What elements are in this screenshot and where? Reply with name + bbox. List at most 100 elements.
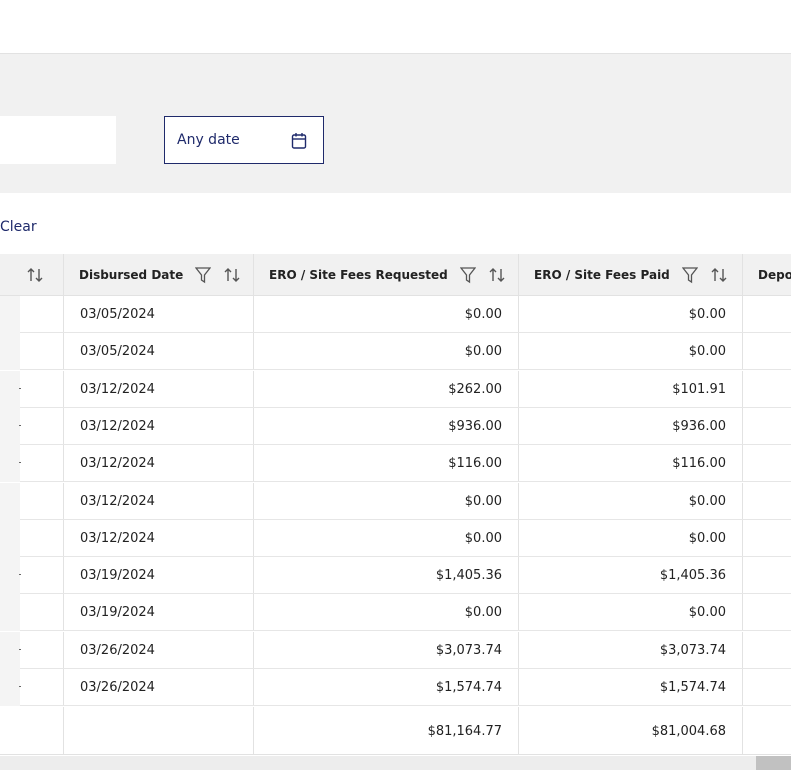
column-header-disbursed-date[interactable]: Disbursed Date — [79, 254, 241, 296]
cell-disbursed-date: 03/26/2024 — [80, 680, 155, 695]
column-header-fees-requested[interactable]: ERO / Site Fees Requested — [269, 254, 506, 296]
column-header-label: Disbursed Date — [79, 268, 184, 282]
column-divider — [518, 254, 519, 296]
sort-icon[interactable] — [488, 266, 506, 284]
column-header-label: ERO / Site Fees Paid — [534, 268, 670, 282]
table-header: Disbursed Date ERO / Site Fees Requested… — [0, 254, 791, 296]
cell-fees-requested: $0.00 — [464, 530, 502, 546]
column-header-fees-paid[interactable]: ERO / Site Fees Paid — [534, 254, 728, 296]
cell-fees-paid: $0.00 — [688, 344, 726, 360]
cell-fees-requested: $116.00 — [448, 456, 502, 472]
truncated-text-mark — [19, 574, 21, 576]
column-divider — [742, 631, 743, 668]
row-stub-cell — [0, 296, 20, 333]
table-row[interactable]: 03/19/2024 $1,405.36 $1,405.36 — [0, 557, 791, 595]
column-divider — [63, 333, 64, 370]
truncated-text-mark — [19, 387, 21, 389]
cell-fees-paid: $0.00 — [688, 605, 726, 621]
column-divider — [63, 557, 64, 594]
filter-icon[interactable] — [195, 266, 212, 284]
table-row[interactable]: 03/05/2024 $0.00 $0.00 — [0, 333, 791, 371]
cell-fees-requested: $262.00 — [448, 381, 502, 397]
column-divider — [63, 669, 64, 705]
horizontal-scrollbar[interactable] — [0, 756, 791, 770]
row-stub-cell — [0, 333, 20, 371]
column-header-deposit[interactable]: Depo — [758, 254, 791, 296]
row-stub-cell — [0, 594, 20, 632]
totals-row: $81,164.77 $81,004.68 — [0, 707, 791, 755]
horizontal-scrollbar-thumb[interactable] — [756, 756, 791, 770]
cell-disbursed-date: 03/12/2024 — [80, 493, 155, 509]
column-divider — [63, 370, 64, 407]
filter-panel: Any date — [0, 54, 791, 193]
cell-fees-requested: $1,405.36 — [435, 568, 502, 584]
row-stub-cell — [0, 669, 20, 706]
column-divider — [742, 445, 743, 482]
column-header-label: Depo — [758, 268, 791, 282]
column-divider — [63, 482, 64, 519]
row-stub-cell — [0, 557, 20, 595]
column-divider — [742, 296, 743, 332]
cell-fees-paid: $101.91 — [672, 381, 726, 397]
sort-icon-prev-column[interactable] — [26, 254, 44, 296]
column-divider — [63, 519, 64, 556]
column-divider — [742, 594, 743, 631]
cell-disbursed-date: 03/19/2024 — [80, 568, 155, 584]
column-divider — [742, 669, 743, 705]
cell-fees-paid: $936.00 — [672, 418, 726, 434]
cell-fees-requested: $0.00 — [464, 605, 502, 621]
column-divider — [742, 707, 743, 754]
column-divider — [63, 296, 64, 332]
column-divider — [742, 254, 743, 296]
table-row[interactable]: 03/12/2024 $262.00 $101.91 — [0, 370, 791, 408]
row-stub-cell — [0, 482, 20, 520]
cell-disbursed-date: 03/05/2024 — [80, 344, 155, 360]
sort-icon[interactable] — [710, 266, 728, 284]
table-row[interactable]: 03/05/2024 $0.00 $0.00 — [0, 296, 791, 333]
table-row[interactable]: 03/12/2024 $116.00 $116.00 — [0, 445, 791, 483]
clear-filters-link[interactable]: Clear — [0, 219, 37, 235]
cell-fees-paid: $0.00 — [688, 307, 726, 322]
row-stub-cell — [0, 370, 20, 408]
row-stub-cell — [0, 445, 20, 483]
truncated-text-mark — [19, 424, 21, 426]
cell-disbursed-date: 03/12/2024 — [80, 418, 155, 434]
top-bar — [0, 0, 791, 54]
truncated-text-mark — [19, 462, 21, 464]
cell-fees-paid: $0.00 — [688, 493, 726, 509]
column-divider — [63, 445, 64, 482]
column-divider — [63, 254, 64, 296]
table-row[interactable]: 03/26/2024 $3,073.74 $3,073.74 — [0, 631, 791, 669]
cell-disbursed-date: 03/19/2024 — [80, 605, 155, 621]
cell-fees-paid: $1,574.74 — [659, 680, 726, 695]
filter-icon[interactable] — [681, 266, 698, 284]
cell-fees-requested: $0.00 — [464, 307, 502, 322]
cell-fees-paid: $116.00 — [672, 456, 726, 472]
filter-icon[interactable] — [459, 266, 476, 284]
cell-fees-paid: $0.00 — [688, 530, 726, 546]
table-row[interactable]: 03/26/2024 $1,574.74 $1,574.74 — [0, 669, 791, 706]
column-header-label: ERO / Site Fees Requested — [269, 268, 448, 282]
search-input[interactable] — [0, 116, 116, 164]
column-divider — [742, 333, 743, 370]
table-row[interactable]: 03/19/2024 $0.00 $0.00 — [0, 594, 791, 632]
cell-disbursed-date: 03/12/2024 — [80, 456, 155, 472]
date-picker-label: Any date — [177, 132, 240, 148]
cell-fees-requested: $3,073.74 — [435, 642, 502, 658]
cell-fees-requested: $936.00 — [448, 418, 502, 434]
date-range-picker[interactable]: Any date — [164, 116, 324, 164]
column-divider — [742, 482, 743, 519]
cell-fees-requested: $1,574.74 — [435, 680, 502, 695]
row-stub-cell — [0, 407, 20, 445]
cell-disbursed-date: 03/12/2024 — [80, 530, 155, 546]
column-divider — [63, 594, 64, 631]
total-fees-paid: $81,004.68 — [651, 723, 726, 739]
table-row[interactable]: 03/12/2024 $936.00 $936.00 — [0, 407, 791, 445]
sort-icon[interactable] — [223, 266, 241, 284]
row-stub-cell — [0, 519, 20, 557]
calendar-icon — [291, 133, 307, 149]
table-row[interactable]: 03/12/2024 $0.00 $0.00 — [0, 519, 791, 557]
cell-disbursed-date: 03/05/2024 — [80, 307, 155, 322]
column-divider — [742, 370, 743, 407]
table-row[interactable]: 03/12/2024 $0.00 $0.00 — [0, 482, 791, 520]
